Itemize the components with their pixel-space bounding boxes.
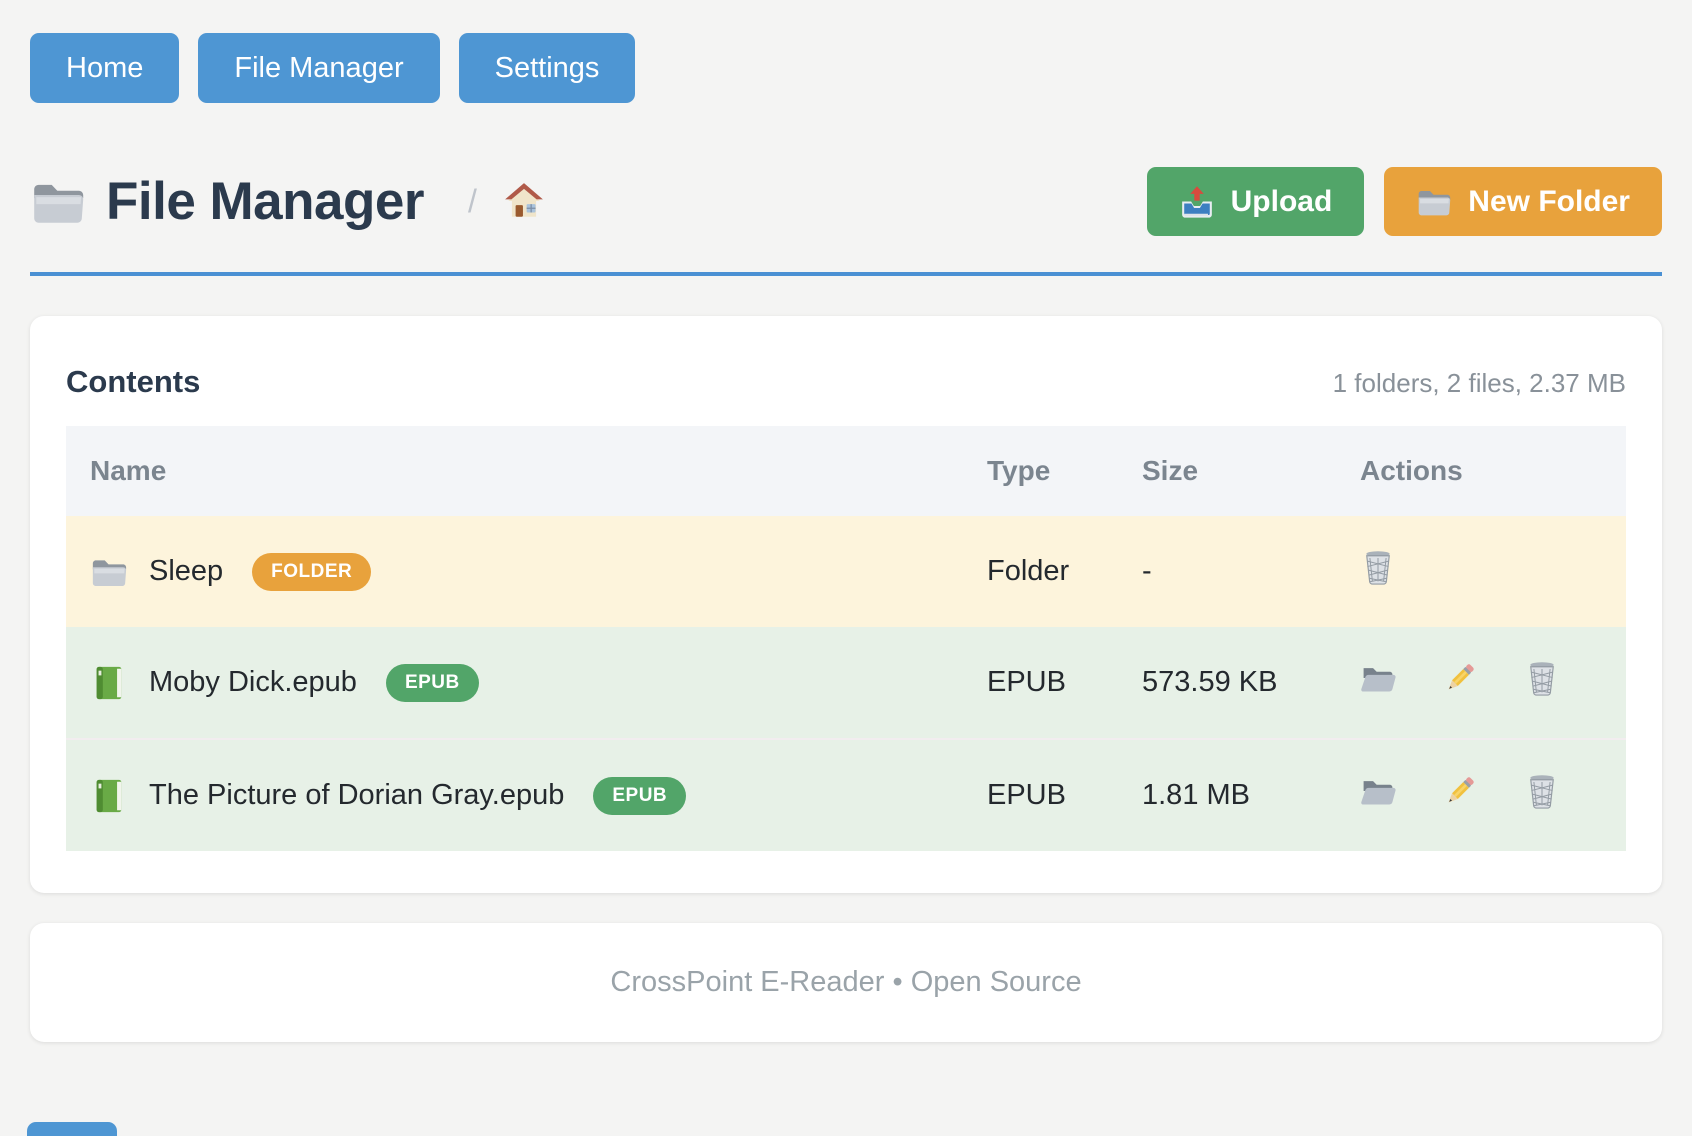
file-type: EPUB	[963, 739, 1118, 851]
contents-summary: 1 folders, 2 files, 2.37 MB	[1333, 368, 1626, 399]
trash-icon	[1524, 773, 1560, 809]
open-folder-icon	[1360, 773, 1396, 809]
table-row-dorian-gray: The Picture of Dorian Gray.epub EPUB EPU…	[66, 739, 1626, 851]
book-icon	[90, 777, 128, 815]
upload-button-label: Upload	[1231, 185, 1333, 219]
column-header-type: Type	[963, 426, 1118, 516]
book-icon	[90, 664, 128, 702]
header-actions: Upload New Folder	[1147, 167, 1662, 236]
partial-nav-button	[27, 1122, 117, 1136]
file-size: 1.81 MB	[1118, 739, 1336, 851]
move-button[interactable]	[1360, 773, 1396, 818]
contents-title: Contents	[66, 364, 200, 400]
page-header: File Manager / Upload New Folder	[30, 167, 1662, 236]
nav-settings-button[interactable]: Settings	[459, 33, 636, 103]
trash-icon	[1360, 549, 1396, 585]
contents-card-header: Contents 1 folders, 2 files, 2.37 MB	[66, 346, 1626, 426]
upload-button[interactable]: Upload	[1147, 167, 1365, 236]
pencil-icon	[1442, 773, 1478, 809]
folder-icon	[30, 174, 86, 230]
column-header-actions: Actions	[1336, 426, 1626, 516]
file-name: Sleep	[149, 555, 223, 588]
file-size: -	[1118, 516, 1336, 627]
upload-icon	[1179, 184, 1215, 220]
move-button[interactable]	[1360, 660, 1396, 705]
rename-button[interactable]	[1442, 773, 1478, 818]
title-group: File Manager /	[30, 171, 545, 232]
new-folder-button-label: New Folder	[1468, 185, 1630, 219]
folder-badge: FOLDER	[252, 553, 371, 591]
file-name: The Picture of Dorian Gray.epub	[149, 779, 564, 812]
delete-button[interactable]	[1524, 660, 1560, 705]
file-type: EPUB	[963, 627, 1118, 739]
file-size: 573.59 KB	[1118, 627, 1336, 739]
file-type: Folder	[963, 516, 1118, 627]
title-divider	[30, 272, 1662, 276]
top-nav: Home File Manager Settings	[0, 0, 1692, 103]
table-row-moby-dick: Moby Dick.epub EPUB EPUB 573.59 KB	[66, 627, 1626, 739]
contents-card: Contents 1 folders, 2 files, 2.37 MB Nam…	[30, 316, 1662, 893]
nav-home-button[interactable]: Home	[30, 33, 179, 103]
epub-badge: EPUB	[593, 777, 686, 815]
rename-button[interactable]	[1442, 660, 1478, 705]
column-header-size: Size	[1118, 426, 1336, 516]
table-header-row: Name Type Size Actions	[66, 426, 1626, 516]
column-header-name: Name	[66, 426, 963, 516]
delete-button[interactable]	[1360, 549, 1396, 594]
nav-file-manager-button[interactable]: File Manager	[198, 33, 439, 103]
house-icon[interactable]	[503, 181, 545, 223]
folder-icon	[90, 553, 128, 591]
epub-badge: EPUB	[386, 664, 479, 702]
footer-text: CrossPoint E-Reader • Open Source	[610, 966, 1081, 998]
trash-icon	[1524, 660, 1560, 696]
pencil-icon	[1442, 660, 1478, 696]
files-table: Name Type Size Actions Sleep FOLDER Fold…	[66, 426, 1626, 851]
page-title: File Manager	[106, 171, 424, 232]
file-name: Moby Dick.epub	[149, 666, 357, 699]
open-folder-icon	[1360, 660, 1396, 696]
new-folder-button[interactable]: New Folder	[1384, 167, 1662, 236]
table-row-sleep[interactable]: Sleep FOLDER Folder -	[66, 516, 1626, 627]
breadcrumb-separator: /	[468, 183, 477, 220]
footer-card: CrossPoint E-Reader • Open Source	[30, 923, 1662, 1042]
folder-icon	[1416, 184, 1452, 220]
delete-button[interactable]	[1524, 773, 1560, 818]
